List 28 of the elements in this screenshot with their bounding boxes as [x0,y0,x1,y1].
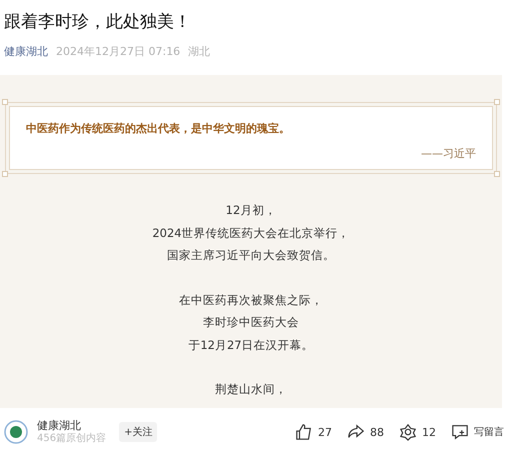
body-line: 荆楚山水间， [214,381,288,398]
corner-mark [494,99,500,105]
corner-mark [494,171,500,177]
article-title: 跟着李时珍，此处独美！ [4,11,192,34]
follow-button[interactable]: +关注 [119,422,158,442]
account-subtitle: 456篇原创内容 [37,432,106,445]
location: 湖北 [188,44,210,59]
like-count: 27 [318,426,332,438]
publish-date: 2024年12月27日 07:16 [56,44,180,59]
comment-icon[interactable] [451,423,469,441]
body-line: 2024世界传统医药大会在北京举行， [151,224,351,242]
account-avatar[interactable] [4,420,28,444]
body-line: 在中医药再次被聚焦之际， [178,292,324,308]
thumbs-up-icon[interactable] [295,423,313,441]
share-count: 88 [370,426,384,438]
body-line: 李时珍中医药大会 [202,314,300,331]
wow-count: 12 [422,426,436,438]
quote-text: 中医药作为传统医药的杰出代表，是中华文明的瑰宝。 [26,121,291,136]
corner-mark [2,99,8,105]
comment-link[interactable]: 写留言 [474,425,504,439]
corner-mark [2,171,8,177]
body-line: 国家主席习近平向大会致贺信。 [166,247,336,264]
account-name[interactable]: 健康湖北 [37,419,106,432]
body-line: 于12月27日在汉开幕。 [187,336,315,354]
flower-icon[interactable] [399,423,417,441]
author-link[interactable]: 健康湖北 [4,44,48,59]
body-line: 12月初， [224,202,278,219]
quote-attribution: ——习近平 [420,146,476,161]
